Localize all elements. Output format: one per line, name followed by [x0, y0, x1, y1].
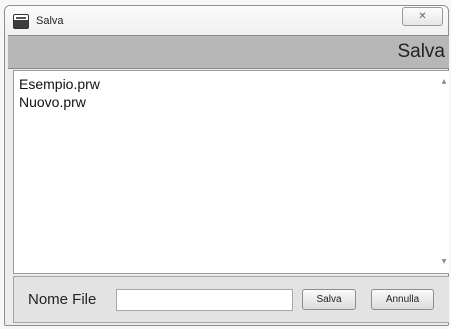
cancel-button[interactable]: Annulla [371, 289, 434, 310]
title-bar[interactable]: Salva ✕ [5, 6, 448, 38]
scroll-up-icon[interactable]: ▲ [440, 79, 448, 85]
filename-input[interactable] [116, 289, 293, 311]
save-button[interactable]: Salva [302, 289, 356, 310]
scroll-down-icon[interactable]: ▼ [440, 259, 448, 265]
close-icon: ✕ [418, 11, 427, 22]
filename-panel: Nome File Salva Annulla [13, 276, 449, 323]
window-title: Salva [36, 15, 64, 27]
list-item[interactable]: Nuovo.prw [19, 94, 86, 111]
filename-label: Nome File [28, 291, 97, 308]
header-title: Salva [397, 41, 445, 62]
close-button[interactable]: ✕ [402, 7, 443, 26]
header-bar: Salva [8, 35, 449, 69]
app-icon [13, 14, 29, 29]
list-item[interactable]: Esempio.prw [19, 76, 100, 93]
file-list[interactable]: Esempio.prw Nuovo.prw ▲ ▼ [13, 70, 449, 274]
